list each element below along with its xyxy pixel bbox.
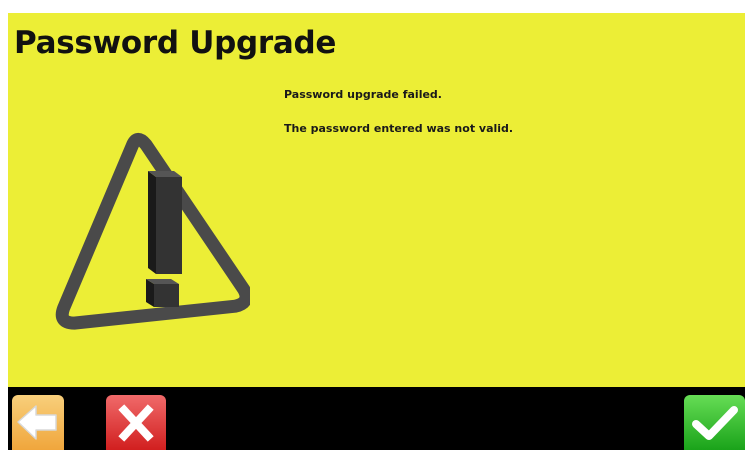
warning-triangle-icon <box>45 131 253 341</box>
cancel-button[interactable] <box>106 395 166 450</box>
checkmark-icon <box>684 395 745 450</box>
bottom-toolbar <box>8 387 745 450</box>
back-button[interactable] <box>12 395 64 450</box>
back-arrow-icon <box>12 395 64 450</box>
dialog-panel: Password Upgrade Password upgrade failed… <box>8 13 745 387</box>
message-line-invalid: The password entered was not valid. <box>284 122 514 135</box>
password-upgrade-screen: Password Upgrade Password upgrade failed… <box>0 0 745 450</box>
message-line-failed: Password upgrade failed. <box>284 88 442 101</box>
ok-button[interactable] <box>684 395 745 450</box>
error-message: Password upgrade failed. The password en… <box>284 88 724 156</box>
page-title: Password Upgrade <box>14 25 337 61</box>
close-x-icon <box>106 395 166 450</box>
